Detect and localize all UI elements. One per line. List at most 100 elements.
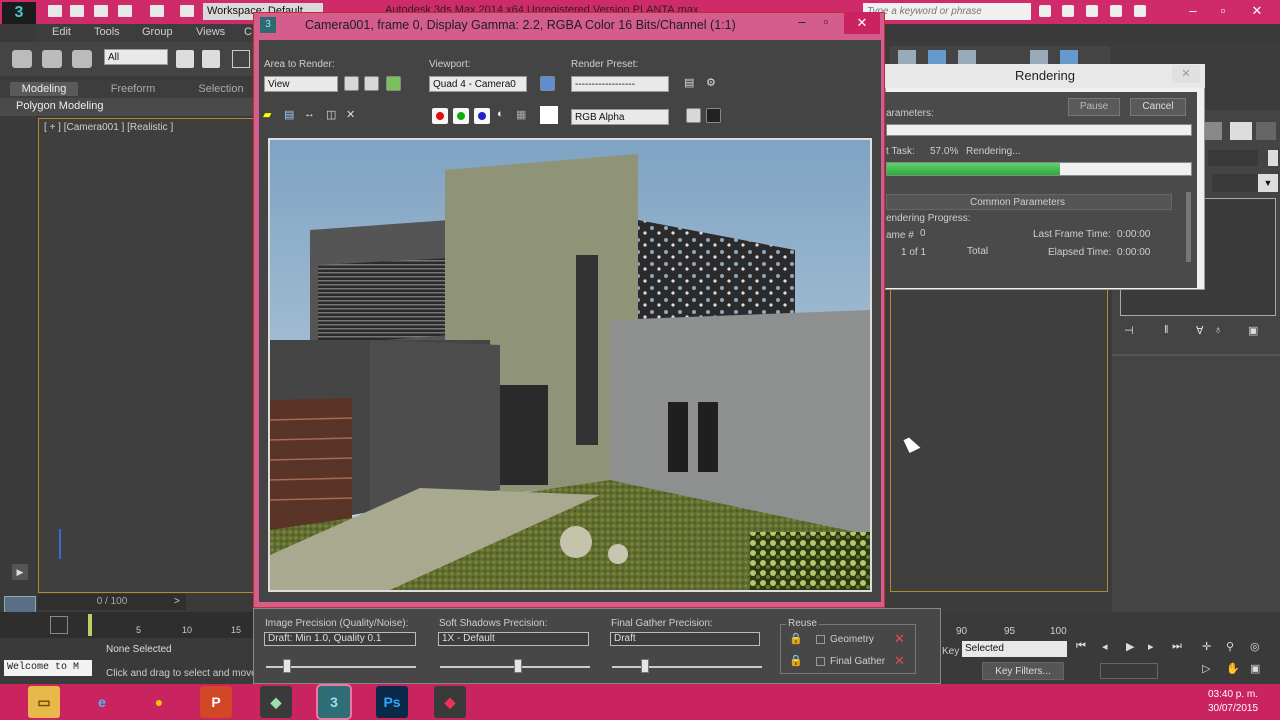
system-clock[interactable]: 03:40 p. m. 30/07/2015 <box>1198 688 1268 716</box>
select-link-icon[interactable] <box>12 50 32 68</box>
swatch-color[interactable] <box>540 106 558 124</box>
viewport-dropdown[interactable]: Quad 4 - Camera0 <box>429 76 527 92</box>
dialog-scrollbar[interactable] <box>1186 192 1191 262</box>
pause-button[interactable]: Pause <box>1068 98 1120 116</box>
utilities-panel-icon[interactable] <box>1256 122 1276 140</box>
binoculars-icon[interactable] <box>1039 5 1051 17</box>
lock-icon[interactable]: 🔒 <box>789 632 803 645</box>
toggle-ui-overlays-icon[interactable] <box>686 108 701 123</box>
menu-tools[interactable]: Tools <box>94 26 120 38</box>
track-bar[interactable]: 5 10 15 <box>0 612 256 638</box>
new-icon[interactable] <box>48 5 62 17</box>
save-image-icon[interactable]: ▰ <box>263 108 277 122</box>
bind-space-warp-icon[interactable] <box>72 50 92 68</box>
geometry-checkbox[interactable] <box>816 635 825 644</box>
alpha-channel-icon[interactable]: ◐ <box>497 108 509 124</box>
cancel-button[interactable]: Cancel <box>1130 98 1186 116</box>
ribbon-panel-label[interactable]: Polygon Modeling <box>16 100 103 112</box>
blue-channel-button[interactable] <box>474 108 490 124</box>
monochrome-icon[interactable]: ▦ <box>516 108 528 124</box>
play-arrow-icon[interactable]: ▶ <box>12 564 28 580</box>
render-preset-dropdown[interactable]: ------------------ <box>571 76 669 92</box>
viewport-right[interactable] <box>890 280 1108 592</box>
final-gather-checkbox[interactable] <box>816 657 825 666</box>
search-input[interactable]: Type a keyword or phrase <box>863 3 1031 20</box>
3dsmax-active-icon[interactable]: 3 <box>316 684 352 720</box>
maximize-icon[interactable]: ▫ <box>816 14 836 32</box>
rectangular-selection-icon[interactable] <box>232 50 250 68</box>
3dsmax-logo-icon[interactable]: 3 <box>2 2 36 24</box>
display-panel-icon[interactable] <box>1230 122 1252 140</box>
copy-image-icon[interactable]: ▤ <box>284 108 298 122</box>
remove-modifier-icon[interactable]: ♁ <box>1214 324 1222 336</box>
menu-create[interactable]: C <box>244 26 252 38</box>
play-icon[interactable]: ▶ <box>1126 640 1134 653</box>
image-precision-slider[interactable] <box>283 659 291 673</box>
key-filters-button[interactable]: Key Filters... <box>982 662 1064 680</box>
curve-editor-icon[interactable] <box>50 616 68 634</box>
tab-modeling[interactable]: Modeling <box>10 82 78 96</box>
pan-icon[interactable]: ✋ <box>1226 662 1240 675</box>
common-parameters-title[interactable]: Common Parameters <box>970 197 1065 208</box>
redo-icon[interactable] <box>150 5 164 17</box>
lock-to-viewport-icon[interactable] <box>540 76 555 91</box>
make-unique-icon[interactable]: ∀ <box>1196 324 1204 337</box>
area-to-render-dropdown[interactable]: View <box>264 76 338 92</box>
maximize-viewport-icon[interactable]: ▣ <box>1250 662 1260 675</box>
clear-geometry-icon[interactable]: ✕ <box>894 631 905 647</box>
zoom-icon[interactable]: ✛ <box>1202 640 1211 653</box>
select-object-icon[interactable] <box>176 50 194 68</box>
tab-freeform[interactable]: Freeform <box>96 82 170 96</box>
minimize-icon[interactable]: – <box>1180 2 1206 20</box>
red-channel-button[interactable] <box>432 108 448 124</box>
save-icon[interactable] <box>94 5 108 17</box>
toggle-ui-icon[interactable] <box>706 108 721 123</box>
close-icon[interactable]: ✕ <box>1172 65 1200 83</box>
go-to-end-icon[interactable]: ⏭ <box>1172 640 1182 653</box>
render-setup-icon[interactable]: ▤ <box>684 76 699 91</box>
menu-views[interactable]: Views <box>196 26 225 38</box>
chevron-down-icon[interactable]: ▼ <box>1258 174 1278 192</box>
powerpoint-icon[interactable]: P <box>200 686 232 718</box>
configure-sets-icon[interactable]: ▣ <box>1248 324 1258 337</box>
key-mode-dropdown[interactable]: Selected <box>962 641 1067 657</box>
camera-viewport[interactable] <box>38 118 256 593</box>
clear-final-gather-icon[interactable]: ✕ <box>894 653 905 669</box>
current-frame-field[interactable] <box>1100 663 1158 679</box>
lock-viewport-icon[interactable] <box>386 76 401 91</box>
internet-explorer-icon[interactable]: e <box>86 686 118 718</box>
field-of-view-icon[interactable]: ▷ <box>1202 662 1210 675</box>
favorites-icon[interactable] <box>1110 5 1122 17</box>
minimize-icon[interactable]: – <box>792 14 812 32</box>
close-icon[interactable]: ✕ <box>844 12 880 34</box>
final-gather-slider-track[interactable] <box>612 666 762 668</box>
final-gather-slider[interactable] <box>641 659 649 673</box>
time-marker[interactable] <box>88 614 92 636</box>
edit-region-icon[interactable] <box>344 76 359 91</box>
menu-group[interactable]: Group <box>142 26 173 38</box>
lock-icon[interactable]: 🔒 <box>789 654 803 667</box>
object-name-field[interactable] <box>1208 150 1258 166</box>
soft-shadows-slider[interactable] <box>514 659 522 673</box>
communication-icon[interactable] <box>1086 5 1098 17</box>
file-explorer-icon[interactable]: ▭ <box>28 686 60 718</box>
time-next-icon[interactable]: > <box>174 596 180 607</box>
show-end-result-icon[interactable]: ‖ <box>1164 324 1169 336</box>
modifier-list-dropdown[interactable] <box>1212 174 1264 192</box>
selection-filter-dropdown[interactable]: All <box>104 49 168 65</box>
clear-icon[interactable]: ✕ <box>346 108 360 122</box>
chrome-icon[interactable]: ● <box>143 686 175 718</box>
unlink-icon[interactable] <box>42 50 62 68</box>
select-by-name-icon[interactable] <box>202 50 220 68</box>
modify-panel-icon[interactable] <box>1204 122 1222 140</box>
auto-region-icon[interactable] <box>364 76 379 91</box>
green-channel-button[interactable] <box>453 108 469 124</box>
photoshop-icon[interactable]: Ps <box>376 686 408 718</box>
close-icon[interactable]: ✕ <box>1244 2 1270 20</box>
display-channel-dropdown[interactable]: RGB Alpha <box>571 109 669 125</box>
undo-icon[interactable] <box>118 5 132 17</box>
previous-frame-icon[interactable]: ◂ <box>1102 640 1108 653</box>
hold-icon[interactable] <box>180 5 194 17</box>
color-swatch[interactable] <box>1268 150 1278 166</box>
print-image-icon[interactable]: ◫ <box>326 108 340 122</box>
